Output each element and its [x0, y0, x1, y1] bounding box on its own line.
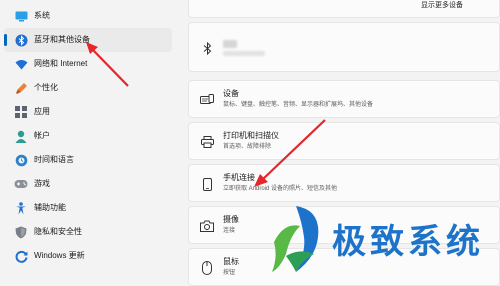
sidebar-item-label: 系统: [34, 11, 50, 20]
phone-link-card[interactable]: 手机连接 立即获取 Android 设备的照片、短信及其他: [188, 164, 500, 202]
card-title: 鼠标: [223, 257, 239, 266]
apps-icon: [14, 105, 28, 119]
phone-icon: [199, 176, 215, 192]
sidebar-item-accounts[interactable]: 帐户: [4, 124, 172, 148]
sidebar-item-gaming[interactable]: 游戏: [4, 172, 172, 196]
camera-icon: [199, 218, 215, 234]
sidebar-item-label: 蓝牙和其他设备: [34, 35, 90, 44]
bluetooth-icon: [199, 40, 215, 56]
sidebar-item-label: 隐私和安全性: [34, 227, 82, 236]
sidebar-item-label: Windows 更新: [34, 251, 85, 260]
sidebar-item-apps[interactable]: 应用: [4, 100, 172, 124]
card-title: 摄像: [223, 215, 239, 224]
card-subtitle: 首选项、故障排除: [223, 144, 272, 150]
person-icon: [14, 129, 28, 143]
show-more-card: 显示更多设备: [188, 0, 500, 18]
sidebar-item-label: 辅助功能: [34, 203, 66, 212]
paintbrush-icon: [14, 81, 28, 95]
update-icon: [14, 249, 28, 263]
monitor-icon: [14, 9, 28, 23]
sidebar-item-accessibility[interactable]: 辅助功能: [4, 196, 172, 220]
sidebar-item-label: 应用: [34, 107, 50, 116]
sidebar-item-personalization[interactable]: 个性化: [4, 76, 172, 100]
sidebar-item-label: 游戏: [34, 179, 50, 188]
bluetooth-icon: [14, 33, 28, 47]
card-title: 设备: [223, 89, 239, 98]
shield-icon: [14, 225, 28, 239]
sidebar: 系统 蓝牙和其他设备 网络和 Internet 个性化 应用 帐户 时间和语言 …: [0, 0, 175, 277]
device-name-redacted: [223, 40, 237, 48]
sidebar-item-bluetooth[interactable]: 蓝牙和其他设备: [4, 28, 172, 52]
devices-icon: [199, 92, 215, 108]
wifi-icon: [14, 57, 28, 71]
sidebar-item-network[interactable]: 网络和 Internet: [4, 52, 172, 76]
card-subtitle: 立即获取 Android 设备的照片、短信及其他: [223, 186, 338, 192]
device-status-redacted: [223, 51, 265, 56]
sidebar-item-label: 网络和 Internet: [34, 59, 88, 68]
sidebar-item-label: 时间和语言: [34, 155, 74, 164]
watermark: 极致系统: [262, 206, 500, 277]
active-indicator: [4, 34, 7, 46]
sidebar-item-privacy[interactable]: 隐私和安全性: [4, 220, 172, 244]
mouse-icon: [199, 260, 215, 276]
sidebar-item-windows-update[interactable]: Windows 更新: [4, 244, 172, 268]
sidebar-item-label: 帐户: [34, 131, 50, 140]
sidebar-item-time-language[interactable]: 时间和语言: [4, 148, 172, 172]
show-more-link[interactable]: 显示更多设备: [421, 0, 463, 10]
dragon-logo-icon: [272, 206, 319, 272]
sidebar-item-label: 个性化: [34, 83, 58, 92]
globe-clock-icon: [14, 153, 28, 167]
card-subtitle: 连接: [223, 228, 236, 234]
card-title: 手机连接: [223, 173, 255, 182]
gamepad-icon: [14, 177, 28, 191]
printer-icon: [199, 134, 215, 150]
paired-device-card[interactable]: [188, 22, 500, 72]
devices-card[interactable]: 设备 鼠标、键盘、触控笔、音频、显示器和扩展坞、其他设备: [188, 80, 500, 118]
card-title: 打印机和扫描仪: [223, 131, 279, 140]
printers-card[interactable]: 打印机和扫描仪 首选项、故障排除: [188, 122, 500, 160]
card-subtitle: 鼠标、键盘、触控笔、音频、显示器和扩展坞、其他设备: [223, 102, 374, 108]
watermark-text: 极致系统: [332, 222, 484, 262]
accessibility-icon: [14, 201, 28, 215]
sidebar-item-system[interactable]: 系统: [4, 4, 172, 28]
